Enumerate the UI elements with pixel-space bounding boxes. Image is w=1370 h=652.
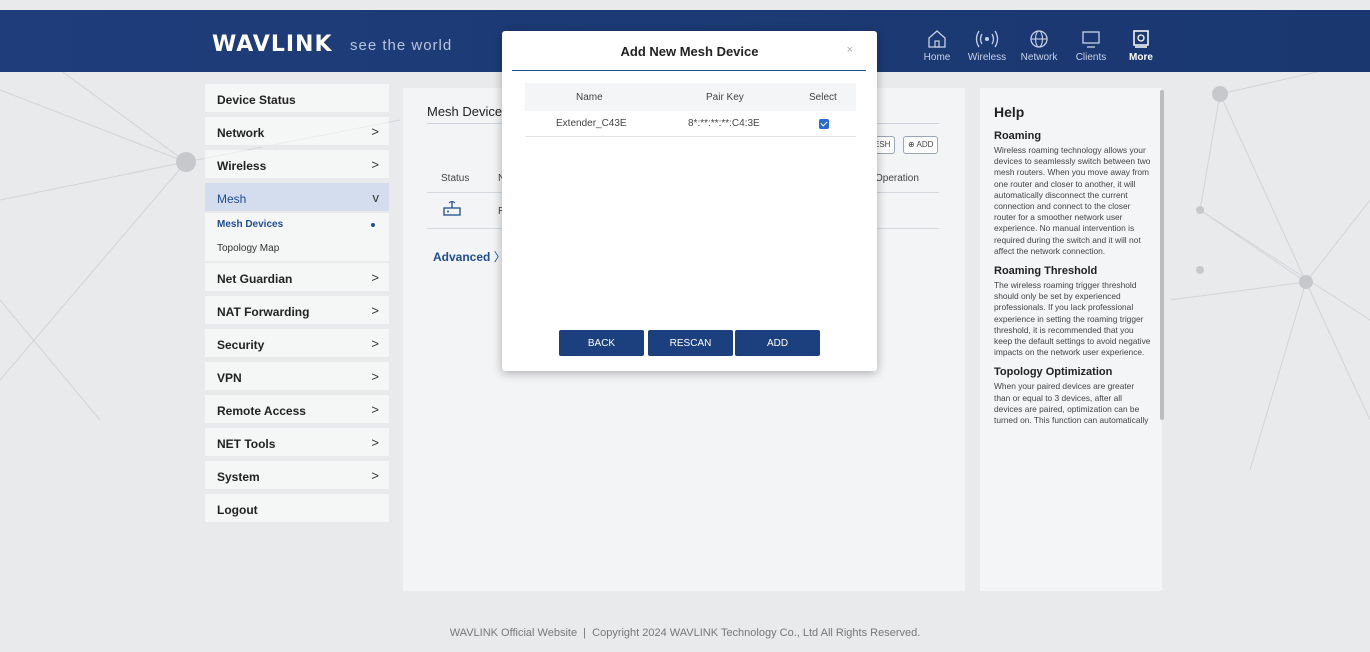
select-checkbox[interactable] xyxy=(819,119,829,129)
nav-network-label: Network xyxy=(1020,52,1058,63)
router-icon xyxy=(443,200,461,221)
clients-icon xyxy=(1068,28,1114,50)
sidebar-item-logout[interactable]: Logout xyxy=(205,494,389,524)
sidebar-item-label: Security xyxy=(217,338,265,352)
col-status: Status xyxy=(441,173,470,184)
device-table-header: Name Pair Key Select xyxy=(525,83,856,111)
sidebar: Device Status Network > Wireless > Mesh v M… xyxy=(205,84,389,524)
chevron-right-icon: > xyxy=(371,157,379,172)
header-tagline: see the world xyxy=(350,37,453,54)
nav-wireless-label: Wireless xyxy=(967,52,1007,63)
col-pair-key-header: Pair Key xyxy=(706,92,744,103)
back-button[interactable]: BACK xyxy=(559,330,644,356)
advanced-link[interactable]: Advanced 〉 xyxy=(433,248,506,265)
dialog-divider xyxy=(512,70,866,71)
advanced-label: Advanced xyxy=(433,250,491,264)
close-icon[interactable]: × xyxy=(847,44,853,56)
chevron-right-icon: > xyxy=(371,468,379,483)
sidebar-item-label: Wireless xyxy=(217,159,267,173)
nav-clients-label: Clients xyxy=(1075,52,1107,63)
globe-icon xyxy=(1016,28,1062,50)
table-row[interactable]: Extender_C43E 8*:**:**:**:C4:3E xyxy=(525,113,856,137)
sidebar-item-network[interactable]: Network > xyxy=(205,117,389,147)
help-text-roaming-threshold: The wireless roaming trigger threshold s… xyxy=(994,280,1151,358)
help-text-topology-optimization: When your paired devices are greater tha… xyxy=(994,381,1149,426)
chevron-right-icon: > xyxy=(371,303,379,318)
chevron-down-icon: v xyxy=(372,190,380,205)
wavlink-logo[interactable]: WAVLINK xyxy=(212,32,333,57)
page-title: Mesh Device xyxy=(427,104,503,119)
dialog-title: Add New Mesh Device xyxy=(620,44,759,59)
sidebar-item-label: Network xyxy=(217,126,265,140)
sidebar-item-label: Device Status xyxy=(217,93,296,107)
chevron-right-icon: > xyxy=(371,369,379,384)
sidebar-item-label: Net Guardian xyxy=(217,272,293,286)
sidebar-item-vpn[interactable]: VPN > xyxy=(205,362,389,392)
footer: WAVLINK Official Website | Copyright 202… xyxy=(0,603,1370,652)
help-heading-roaming-threshold: Roaming Threshold xyxy=(994,265,1098,278)
nav-home-label: Home xyxy=(923,52,951,63)
more-icon xyxy=(1118,28,1164,50)
col-operation: Operation xyxy=(875,173,919,184)
help-panel[interactable]: Help Roaming Wireless roaming technology… xyxy=(980,88,1162,591)
nav-network[interactable]: Network xyxy=(1016,28,1062,63)
sidebar-item-label: VPN xyxy=(217,371,242,385)
help-scrollbar[interactable] xyxy=(1160,90,1164,420)
chevron-right-icon: > xyxy=(371,124,379,139)
help-heading-roaming: Roaming xyxy=(994,130,1042,142)
chevron-right-icon: > xyxy=(371,270,379,285)
sidebar-item-security[interactable]: Security > xyxy=(205,329,389,359)
sidebar-item-nat-forwarding[interactable]: NAT Forwarding > xyxy=(205,296,389,326)
sidebar-item-net-tools[interactable]: NET Tools > xyxy=(205,428,389,458)
sidebar-item-label: System xyxy=(217,470,260,484)
sidebar-item-wireless[interactable]: Wireless > xyxy=(205,150,389,180)
sidebar-item-label: NET Tools xyxy=(217,437,276,451)
add-button[interactable]: ADD xyxy=(735,330,820,356)
add-button-label: ADD xyxy=(916,140,934,149)
sidebar-item-label: Mesh xyxy=(217,192,247,206)
chevron-right-icon: > xyxy=(371,402,379,417)
device-name-cell: Extender_C43E xyxy=(556,118,627,129)
sidebar-subitem-mesh-devices[interactable]: Mesh Devices xyxy=(205,213,389,237)
chevron-right-icon: > xyxy=(371,336,379,351)
sidebar-item-label: NAT Forwarding xyxy=(217,305,310,319)
active-dot-icon xyxy=(371,223,375,227)
footer-text: WAVLINK Official Website | Copyright 202… xyxy=(449,627,921,639)
rescan-button[interactable]: RESCAN xyxy=(648,330,733,356)
sidebar-item-label: Remote Access xyxy=(217,404,306,418)
help-body: Roaming Wireless roaming technology allo… xyxy=(994,130,1152,434)
sidebar-item-mesh[interactable]: Mesh v xyxy=(205,183,389,213)
sidebar-item-device-status[interactable]: Device Status xyxy=(205,84,389,114)
help-title: Help xyxy=(994,104,1025,120)
nav-wireless[interactable]: Wireless xyxy=(964,28,1010,63)
sidebar-subitem-label: Topology Map xyxy=(217,243,280,254)
add-mesh-device-dialog: Add New Mesh Device × Name Pair Key Sele… xyxy=(502,31,877,371)
nav-home[interactable]: Home xyxy=(914,28,960,63)
add-device-button[interactable]: ⊕ ADD xyxy=(903,136,939,154)
help-heading-topology-optimization: Topology Optimization xyxy=(994,366,1113,379)
nav-more-label: More xyxy=(1129,52,1153,63)
home-icon xyxy=(914,28,960,50)
nav-clients[interactable]: Clients xyxy=(1068,28,1114,63)
pair-key-cell: 8*:**:**:**:C4:3E xyxy=(688,118,760,129)
sidebar-subitem-topology-map[interactable]: Topology Map xyxy=(205,237,389,261)
sidebar-item-net-guardian[interactable]: Net Guardian > xyxy=(205,263,389,293)
chevron-right-icon: > xyxy=(371,435,379,450)
sidebar-item-label: Logout xyxy=(217,503,258,517)
sidebar-subitem-label: Mesh Devices xyxy=(217,219,284,230)
col-name-header: Name xyxy=(576,92,603,103)
wireless-icon xyxy=(964,28,1010,50)
col-select-header: Select xyxy=(809,92,837,103)
nav-more[interactable]: More xyxy=(1118,28,1164,63)
sidebar-item-remote-access[interactable]: Remote Access > xyxy=(205,395,389,425)
sidebar-item-system[interactable]: System > xyxy=(205,461,389,491)
help-text-roaming: Wireless roaming technology allows your … xyxy=(994,145,1151,256)
